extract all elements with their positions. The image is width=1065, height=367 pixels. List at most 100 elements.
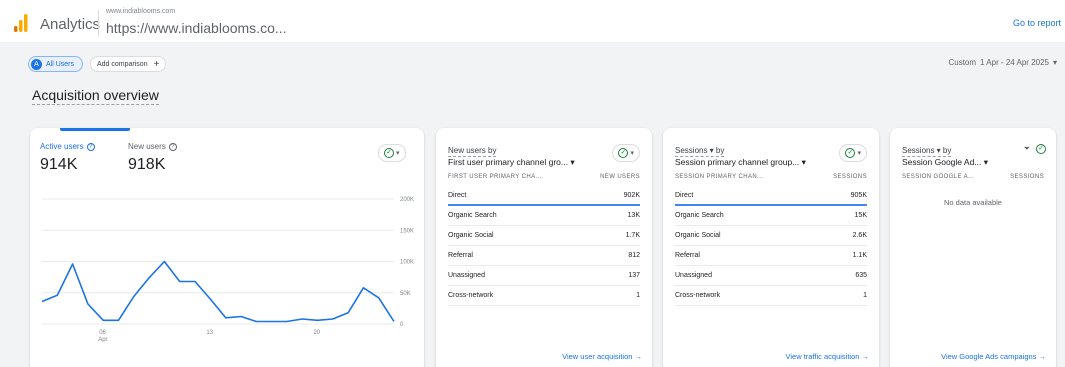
chevron-down-icon: ▾ (801, 157, 806, 167)
y-tick-label: 200K (400, 197, 414, 203)
add-comparison-button[interactable]: Add comparison + (90, 56, 167, 72)
x-tick-sublabel: Apr (98, 337, 107, 343)
chevron-down-icon: ▾ (630, 150, 634, 157)
plus-icon: + (153, 58, 160, 70)
date-range-prefix: Custom (948, 58, 977, 67)
column-header-dimension: FIRST USER PRIMARY CHA... (448, 174, 542, 180)
row-label: Direct (448, 191, 467, 199)
date-range-value: 1 Apr - 24 Apr 2025 (980, 58, 1049, 67)
card-heading: Sessions ▾ by Session Google Ad... ▾ (902, 146, 988, 168)
table-row: Organic Search 15K (675, 206, 867, 226)
table-row: Cross-network 1 (448, 286, 640, 306)
table-row: Referral 812 (448, 246, 640, 266)
no-data-message: No data available (944, 198, 1002, 207)
active-users-series-line (41, 260, 395, 323)
row-label: Organic Social (675, 232, 721, 239)
page-title: Acquisition overview (32, 87, 159, 105)
table-row: Cross-network 1 (675, 286, 867, 306)
column-header-metric: NEW USERS (600, 174, 640, 180)
metric-dropdown[interactable]: Sessions ▾ by (675, 146, 725, 157)
chevron-down-icon: ▾ (1052, 58, 1057, 67)
row-value: 905K (850, 191, 867, 199)
column-header-dimension: SESSION PRIMARY CHAN... (675, 174, 764, 180)
card-actions: ⏷ ✓ (1024, 144, 1046, 154)
table-row: Unassigned 137 (448, 266, 640, 286)
table-row: Organic Search 13K (448, 206, 640, 226)
chevron-down-icon: ▾ (570, 157, 575, 167)
segment-avatar-icon: A (31, 58, 42, 70)
metric-dropdown[interactable]: New users by (448, 146, 497, 157)
check-circle-icon: ✓ (618, 148, 629, 158)
users-line-chart[interactable]: 200K 150K 100K 50K 0 06Apr 13 20 (30, 128, 424, 367)
row-label: Referral (448, 252, 473, 259)
y-tick-label: 150K (400, 228, 414, 234)
row-value: 635 (855, 272, 867, 279)
view-traffic-acquisition-link[interactable]: View traffic acquisition → (785, 352, 869, 361)
row-label: Unassigned (675, 272, 712, 279)
analytics-logo-icon[interactable] (14, 14, 28, 32)
x-tick-label: 20 (313, 330, 320, 336)
row-value: 1 (636, 292, 640, 299)
view-user-acquisition-link[interactable]: View user acquisition → (562, 352, 642, 361)
dimension-dropdown[interactable]: Session primary channel group... ▾ (675, 157, 806, 167)
row-label: Cross-network (675, 292, 721, 299)
table-row: Unassigned 635 (675, 266, 867, 286)
row-value: 15K (854, 212, 867, 219)
segment-chip-all-users[interactable]: A All Users (28, 56, 84, 72)
go-to-report-link[interactable]: Go to report (1013, 18, 1061, 28)
row-value: 1 (863, 292, 867, 299)
row-label: Organic Search (675, 212, 724, 219)
y-tick-label: 50K (400, 291, 411, 297)
segment-label: All Users (46, 60, 75, 68)
check-circle-icon: ✓ (845, 148, 856, 158)
column-header-dimension: SESSION GOOGLE A... (902, 174, 975, 180)
table-row: Referral 1.1K (675, 246, 867, 266)
row-value: 1.1K (852, 252, 867, 259)
row-label: Direct (675, 191, 694, 199)
table-row: Organic Social 2.6K (675, 226, 867, 246)
row-label: Cross-network (448, 292, 494, 299)
row-value: 137 (628, 272, 640, 279)
insights-check-button[interactable]: ✓ ▾ (612, 144, 640, 162)
row-value: 812 (628, 252, 640, 259)
y-tick-label: 0 (400, 322, 404, 328)
insights-check-button[interactable]: ✓ ▾ (839, 144, 867, 162)
y-tick-label: 100K (400, 260, 414, 266)
date-range-picker[interactable]: Custom 1 Apr - 24 Apr 2025 ▾ (948, 58, 1057, 67)
chevron-down-icon: ▾ (857, 150, 861, 157)
sessions-by-channel-card: Sessions ▾ by Session primary channel gr… (663, 128, 879, 367)
card-heading: New users by First user primary channel … (448, 146, 575, 168)
row-label: Organic Search (448, 212, 497, 219)
column-header-metric: SESSIONS (833, 174, 867, 180)
metric-dropdown[interactable]: Sessions ▾ by (902, 146, 952, 157)
check-circle-icon[interactable]: ✓ (1036, 144, 1046, 154)
add-comparison-label: Add comparison (97, 60, 148, 68)
table-row: Direct 902K (448, 186, 640, 206)
channel-table: Direct 905K Organic Search 15K Organic Soc… (675, 186, 867, 306)
row-value: 2.6K (852, 232, 867, 239)
row-value: 13K (627, 212, 640, 219)
app-name: Analytics (40, 16, 101, 33)
account-domain[interactable]: www.indiablooms.com (106, 8, 175, 15)
sessions-by-google-ads-card: Sessions ▾ by Session Google Ad... ▾ ⏷ ✓… (890, 128, 1056, 367)
table-row: Organic Social 1.7K (448, 226, 640, 246)
x-tick-label: 06 (99, 330, 106, 336)
row-label: Organic Social (448, 232, 494, 239)
filter-icon[interactable]: ⏷ (1024, 144, 1030, 154)
row-value: 902K (623, 191, 640, 199)
dimension-dropdown[interactable]: First user primary channel gro... ▾ (448, 157, 575, 167)
account-property-selector[interactable]: https://www.indiablooms.co... (106, 20, 287, 36)
x-tick-label: 13 (206, 330, 213, 336)
table-row: Direct 905K (675, 186, 867, 206)
header-divider (98, 10, 99, 36)
row-label: Unassigned (448, 272, 485, 279)
new-users-by-channel-card: New users by First user primary channel … (436, 128, 652, 367)
chevron-down-icon: ▾ (983, 157, 989, 167)
row-label: Referral (675, 252, 700, 259)
dimension-dropdown[interactable]: Session Google Ad... ▾ (902, 157, 988, 167)
card-heading: Sessions ▾ by Session primary channel gr… (675, 146, 806, 168)
users-overview-card: Active users ? 914K New users ? 918K ✓ ▾… (30, 128, 424, 367)
row-value: 1.7K (625, 232, 640, 239)
channel-table: Direct 902K Organic Search 13K Organic Soc… (448, 186, 640, 306)
view-google-ads-campaigns-link[interactable]: View Google Ads campaigns → (941, 352, 1046, 361)
